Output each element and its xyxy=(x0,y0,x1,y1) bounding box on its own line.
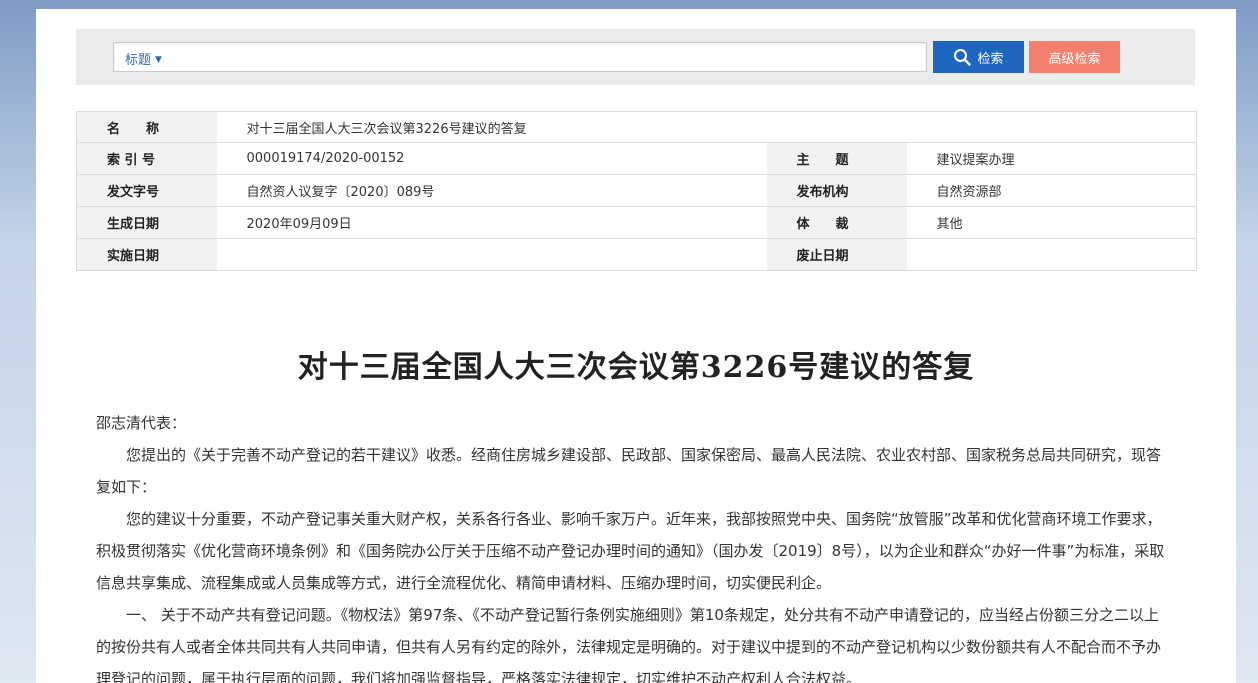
meta-label-date: 生成日期 xyxy=(76,206,217,239)
document-metadata-table: 名 称 对十三届全国人大三次会议第3226号建议的答复 索 引 号 000019… xyxy=(76,111,1197,271)
meta-value-abolish xyxy=(906,238,1197,271)
document-body: 邵志清代表： 您提出的《关于完善不动产登记的若干建议》收悉。经商住房城乡建设部、… xyxy=(96,407,1168,683)
body-paragraph: 您提出的《关于完善不动产登记的若干建议》收悉。经商住房城乡建设部、民政部、国家保… xyxy=(96,446,1162,496)
advanced-search-label: 高级检索 xyxy=(1048,51,1101,67)
meta-value-topic: 建议提案办理 xyxy=(906,142,1197,175)
meta-label-publisher: 发布机构 xyxy=(766,174,907,207)
meta-row-name: 名 称 对十三届全国人大三次会议第3226号建议的答复 xyxy=(76,111,1197,143)
meta-value-publisher: 自然资源部 xyxy=(906,174,1197,207)
search-type-dropdown[interactable]: 标题 ▼ xyxy=(125,49,162,68)
meta-label-abolish: 废止日期 xyxy=(766,238,907,271)
meta-value-genre: 其他 xyxy=(906,206,1197,239)
salutation: 邵志清代表： xyxy=(96,414,187,432)
document-title: 对十三届全国人大三次会议第3226号建议的答复 xyxy=(297,350,975,385)
meta-value-date: 2020年09月09日 xyxy=(216,206,767,239)
meta-row-effective: 实施日期 废止日期 xyxy=(76,238,1197,271)
meta-label-effective: 实施日期 xyxy=(76,238,217,271)
search-input[interactable] xyxy=(184,45,919,69)
meta-row-index: 索 引 号 000019174/2020-00152 主 题 建议提案办理 xyxy=(76,142,1197,175)
search-box: 标题 ▼ xyxy=(113,42,927,72)
search-button-label: 检索 xyxy=(977,51,1004,67)
meta-label-docno: 发文字号 xyxy=(76,174,217,207)
body-paragraph: 您的建议十分重要，不动产登记事关重大财产权，关系各行各业、影响千家万户。近年来，… xyxy=(96,510,1165,592)
page-container: 标题 ▼ 检索 高级检索 名 称 对十三届全国人大三次会议第3226号建议的答复 … xyxy=(36,9,1236,683)
meta-label-topic: 主 题 xyxy=(766,142,907,175)
caret-down-icon: ▼ xyxy=(155,55,162,65)
meta-value-docno: 自然资人议复字〔2020〕089号 xyxy=(216,174,767,207)
search-type-label: 标题 xyxy=(125,53,152,68)
search-bar: 标题 ▼ 检索 高级检索 xyxy=(76,29,1195,85)
advanced-search-button[interactable]: 高级检索 xyxy=(1029,41,1120,73)
body-paragraph: 一、 关于不动产共有登记问题。《物权法》第97条、《不动产登记暂行条例实施细则》… xyxy=(96,606,1162,683)
meta-row-date: 生成日期 2020年09月09日 体 裁 其他 xyxy=(76,206,1197,239)
search-button[interactable]: 检索 xyxy=(933,41,1024,73)
meta-value-effective xyxy=(216,238,767,271)
meta-label-name: 名 称 xyxy=(76,111,217,143)
meta-row-docno: 发文字号 自然资人议复字〔2020〕089号 发布机构 自然资源部 xyxy=(76,174,1197,207)
meta-label-genre: 体 裁 xyxy=(766,206,907,239)
meta-label-index: 索 引 号 xyxy=(76,142,217,175)
search-icon xyxy=(954,49,972,66)
meta-value-name: 对十三届全国人大三次会议第3226号建议的答复 xyxy=(216,111,1197,143)
meta-value-index: 000019174/2020-00152 xyxy=(216,142,767,175)
